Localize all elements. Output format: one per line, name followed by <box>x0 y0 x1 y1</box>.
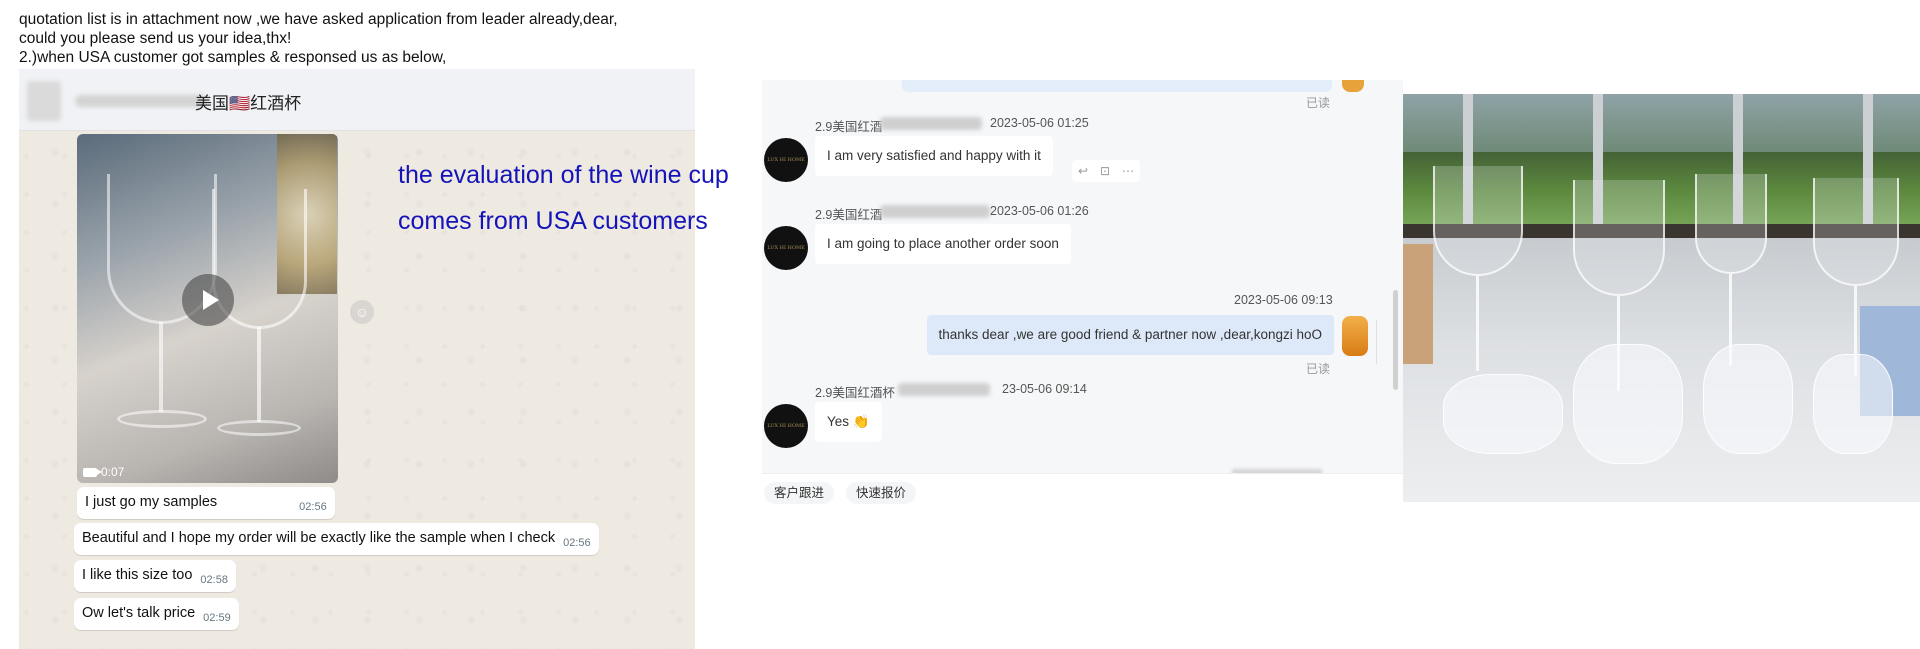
message-text: I just go my samples <box>85 494 218 510</box>
reply-icon[interactable]: ↩ <box>1078 165 1090 177</box>
message-time: 23-05-06 09:14 <box>1002 382 1087 396</box>
message-time: 2023-05-06 09:13 <box>1234 293 1333 307</box>
message-time: 02:56 <box>299 501 327 513</box>
annotation-text: the evaluation of the wine cup comes fro… <box>398 152 729 244</box>
glass-stem <box>1476 276 1479 371</box>
intro-text: quotation list is in attachment now ,we … <box>19 10 618 67</box>
previous-message-bubble <box>902 80 1332 92</box>
scrollbar[interactable] <box>1393 290 1398 390</box>
avatar[interactable] <box>27 81 61 121</box>
bottom-toolbar: 客户跟进 快速报价 <box>762 473 1403 511</box>
plastic-wrap <box>1813 354 1893 454</box>
chat-header: 美国🇺🇸红酒杯 <box>19 69 695 131</box>
intro-line-3: 2.)when USA customer got samples & respo… <box>19 49 447 66</box>
message-time: 02:58 <box>200 574 228 586</box>
blurred-name <box>898 383 990 396</box>
chinese-chat-screenshot: 已读 2.9美国红酒 2023-05-06 01:25 LUX HI HOME … <box>762 80 1403 511</box>
glass-stem <box>159 322 163 412</box>
wine-glass-image <box>1573 180 1665 296</box>
message-time: 2023-05-06 01:25 <box>990 116 1089 130</box>
customer-follow-up-button[interactable]: 客户跟进 <box>764 482 835 504</box>
video-duration-label: 0:07 <box>101 465 125 479</box>
message-time: 02:56 <box>563 537 591 549</box>
intro-line-2: could you please send us your idea,thx! <box>19 30 292 47</box>
message-bubble[interactable]: I am very satisfied and happy with it <box>815 136 1053 176</box>
glass-base <box>217 420 301 436</box>
blurred-name <box>880 205 990 218</box>
message-bubble[interactable]: I like this size too 02:58 <box>74 560 236 592</box>
message-bubble[interactable]: Ow let's talk price 02:59 <box>74 598 239 630</box>
message-bubble[interactable]: Yes 👏 <box>815 402 882 442</box>
read-status: 已读 <box>1306 96 1331 110</box>
message-time: 2023-05-06 01:26 <box>990 204 1089 218</box>
wine-glass-image <box>1695 174 1767 274</box>
video-camera-icon <box>83 467 102 477</box>
glass-stem <box>257 327 261 422</box>
message-bubble[interactable]: Beautiful and I hope my order will be ex… <box>74 523 599 555</box>
avatar[interactable] <box>1342 316 1368 356</box>
plastic-wrap <box>1703 344 1793 454</box>
message-actions: ↩ ⊡ ⋯ <box>1072 160 1140 182</box>
message-bubble[interactable]: I just go my samples 02:56 <box>77 487 335 519</box>
avatar[interactable]: LUX HI HOME <box>764 404 808 448</box>
annotation-line-2: comes from USA customers <box>398 207 708 235</box>
message-time: 02:59 <box>203 612 231 624</box>
message-bubble[interactable]: I am going to place another order soon <box>815 224 1071 264</box>
read-status: 已读 <box>1306 362 1331 376</box>
video-message[interactable]: 0:07 <box>77 134 338 483</box>
chat-title[interactable]: 美国🇺🇸红酒杯 <box>195 89 301 114</box>
blurred-name <box>75 95 207 107</box>
wine-glass-image <box>1433 166 1523 276</box>
message-text: I like this size too <box>82 567 193 583</box>
message-text: Beautiful and I hope my order will be ex… <box>82 530 556 546</box>
wine-glasses-photo <box>1403 94 1920 502</box>
video-duration: 0:07 <box>83 465 124 479</box>
message-text: Ow let's talk price <box>82 605 196 621</box>
intro-line-1: quotation list is in attachment now ,we … <box>19 11 618 28</box>
quote-icon[interactable]: ⊡ <box>1100 165 1112 177</box>
cardboard-box <box>1403 244 1433 364</box>
annotation-line-1: the evaluation of the wine cup <box>398 161 729 189</box>
glass-base <box>117 410 207 428</box>
sender-name: 2.9美国红酒 <box>815 208 883 222</box>
quick-quote-button[interactable]: 快速报价 <box>846 482 917 504</box>
sender-name: 2.9美国红酒 <box>815 120 883 134</box>
emoji-reaction-icon[interactable]: ☺ <box>350 300 374 324</box>
avatar <box>1342 80 1364 92</box>
divider <box>1376 320 1392 364</box>
wine-glass-image <box>1813 178 1899 286</box>
avatar[interactable]: LUX HI HOME <box>764 226 808 270</box>
my-message-bubble[interactable]: thanks dear ,we are good friend & partne… <box>926 315 1334 355</box>
plastic-wrap <box>1573 344 1683 464</box>
sender-name: 2.9美国红酒杯 <box>815 386 895 400</box>
more-icon[interactable]: ⋯ <box>1122 165 1134 177</box>
avatar[interactable]: LUX HI HOME <box>764 138 808 182</box>
photo-background <box>1403 94 1920 152</box>
blurred-name <box>880 117 982 130</box>
play-icon[interactable] <box>182 274 234 326</box>
plastic-wrap <box>1443 374 1563 454</box>
